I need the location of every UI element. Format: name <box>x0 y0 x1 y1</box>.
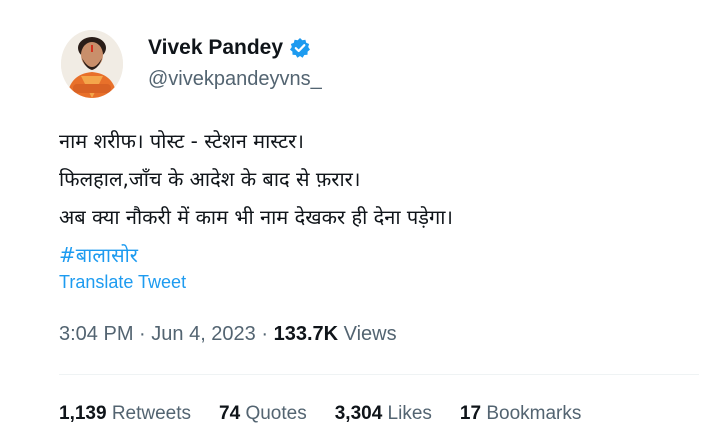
divider <box>59 374 699 375</box>
likes-count: 3,304 <box>334 403 383 424</box>
quotes-count: 74 <box>219 403 241 424</box>
tweet-card: Vivek Pandey @vivekpandeyvns_ नाम शरीफ। … <box>0 0 708 446</box>
hashtag-link[interactable]: #बालासोर <box>59 243 138 267</box>
tweet-text: नाम शरीफ। पोस्ट - स्टेशन मास्टर। फिलहाल,… <box>59 122 699 274</box>
views-count: 133.7K <box>273 323 339 345</box>
author-handle[interactable]: @vivekpandeyvns_ <box>148 68 322 91</box>
bookmarks-count: 17 <box>459 403 482 424</box>
profile-photo <box>61 30 123 98</box>
verified-badge-icon <box>289 37 311 59</box>
quotes-stat[interactable]: 74 Quotes <box>219 403 307 425</box>
retweets-count: 1,139 <box>59 403 107 424</box>
bookmarks-stat[interactable]: 17 Bookmarks <box>460 403 581 425</box>
bookmarks-label: Bookmarks <box>481 403 582 424</box>
meta-separator: · <box>133 323 152 345</box>
likes-stat[interactable]: 3,304 Likes <box>335 403 432 425</box>
engagement-stats: 1,139 Retweets 74 Quotes 3,304 Likes 17 … <box>59 403 609 425</box>
likes-label: Likes <box>382 403 432 424</box>
retweets-label: Retweets <box>106 403 192 424</box>
author-name-row[interactable]: Vivek Pandey <box>148 36 311 60</box>
translate-tweet-link[interactable]: Translate Tweet <box>59 272 186 293</box>
tweet-line: नाम शरीफ। पोस्ट - स्टेशन मास्टर। <box>59 129 304 153</box>
views-label: Views <box>338 323 397 345</box>
retweets-stat[interactable]: 1,139 Retweets <box>59 403 191 425</box>
author-name[interactable]: Vivek Pandey <box>148 36 283 60</box>
quotes-label: Quotes <box>240 403 307 424</box>
tweet-date[interactable]: Jun 4, 2023 <box>151 323 256 345</box>
meta-separator: · <box>255 323 274 345</box>
tweet-meta: 3:04 PM · Jun 4, 2023 · 133.7K Views <box>59 323 397 346</box>
avatar[interactable] <box>61 30 123 98</box>
tweet-line: फिलहाल,जाँच के आदेश के बाद से फ़रार। <box>59 167 361 191</box>
tweet-time[interactable]: 3:04 PM <box>59 323 133 345</box>
tweet-line: अब क्या नौकरी में काम भी नाम देखकर ही दे… <box>59 205 453 229</box>
